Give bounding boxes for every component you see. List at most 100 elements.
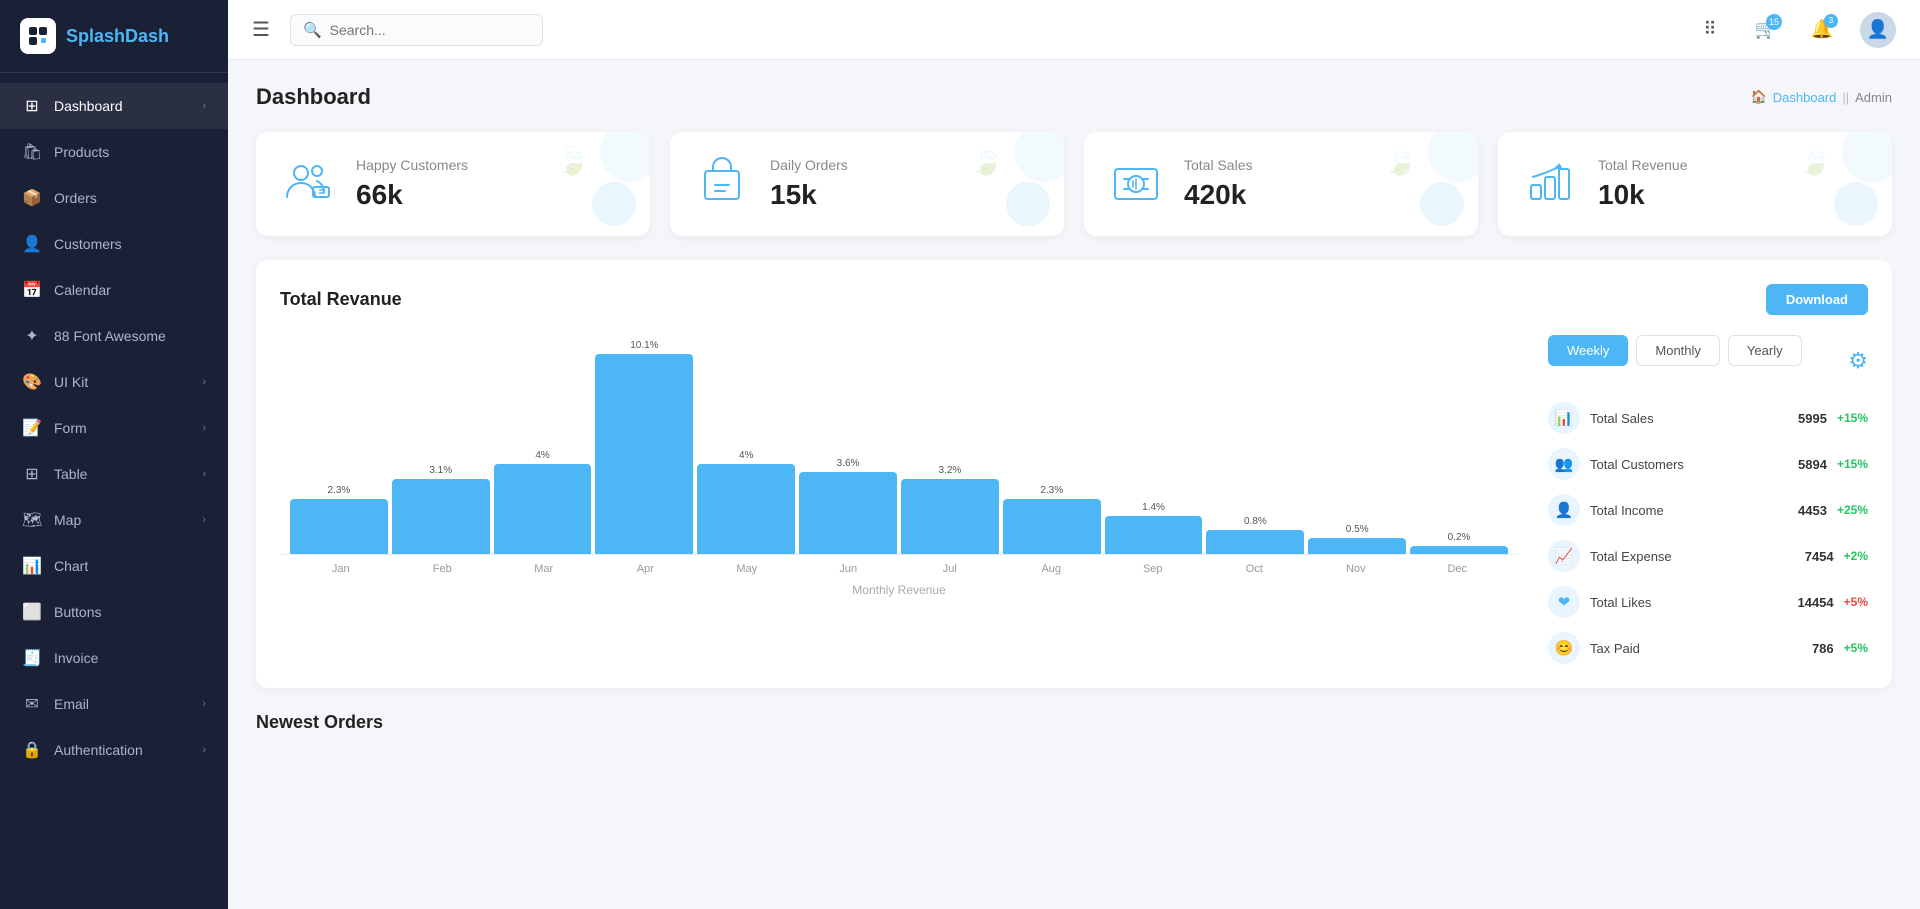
email-nav-icon: ✉ xyxy=(22,694,42,714)
stats-list-value: 7454 xyxy=(1805,549,1834,564)
orders-nav-icon: 📦 xyxy=(22,188,42,208)
stats-list-value: 4453 xyxy=(1798,503,1827,518)
bar-fill xyxy=(697,464,795,554)
nav-item-left: 📊 Chart xyxy=(22,556,88,576)
stats-list-right: 7454 +2% xyxy=(1805,549,1868,564)
stats-list-right: 4453 +25% xyxy=(1798,503,1868,518)
nav-item-left: ✉ Email xyxy=(22,694,89,714)
bell-icon-btn[interactable]: 🔔 3 xyxy=(1804,12,1840,48)
stats-list-label: Total Expense xyxy=(1590,549,1672,564)
sidebar-item-label: Buttons xyxy=(54,604,101,620)
period-tab-monthly[interactable]: Monthly xyxy=(1636,335,1720,366)
logo-icon xyxy=(20,18,56,54)
bar-fill xyxy=(1410,546,1508,554)
stats-row: 🍃 Happy Customers 66k 🍃 Daily Orders 15k xyxy=(256,132,1892,236)
sidebar-item-calendar[interactable]: 📅 Calendar xyxy=(0,267,228,313)
sidebar-item-table[interactable]: ⊞ Table › xyxy=(0,451,228,497)
bar-fill xyxy=(595,354,693,554)
sidebar-item-buttons[interactable]: ⬜ Buttons xyxy=(0,589,228,635)
sidebar-item-email[interactable]: ✉ Email › xyxy=(0,681,228,727)
nav-item-left: ⬜ Buttons xyxy=(22,602,101,622)
sidebar-item-form[interactable]: 📝 Form › xyxy=(0,405,228,451)
period-tabs: Weekly Monthly Yearly xyxy=(1548,335,1802,366)
stats-list-label: Total Income xyxy=(1590,503,1664,518)
period-tab-weekly[interactable]: Weekly xyxy=(1548,335,1628,366)
chevron-right-icon: › xyxy=(202,744,206,756)
nav-item-left: 📅 Calendar xyxy=(22,280,111,300)
bar-fill xyxy=(290,499,388,554)
stats-list-item-total-expense: 📈 Total Expense 7454 +2% xyxy=(1548,540,1868,572)
form-nav-icon: 📝 xyxy=(22,418,42,438)
customers-nav-icon: 👤 xyxy=(22,234,42,254)
breadcrumb-row: Dashboard 🏠 Dashboard || Admin xyxy=(256,84,1892,110)
stats-list-change: +15% xyxy=(1837,457,1868,471)
stats-list-left: 📈 Total Expense xyxy=(1548,540,1672,572)
stat-card-orders: 🍃 Daily Orders 15k xyxy=(670,132,1064,236)
period-tab-yearly[interactable]: Yearly xyxy=(1728,335,1802,366)
stats-list-item-total-sales: 📊 Total Sales 5995 +15% xyxy=(1548,402,1868,434)
bar-month-Sep: Sep xyxy=(1102,563,1204,575)
bar-col-Jul: 3.2% xyxy=(901,465,999,554)
stats-list-item-total-likes: ❤ Total Likes 14454 +5% xyxy=(1548,586,1868,618)
user-avatar[interactable]: 👤 xyxy=(1860,12,1896,48)
sidebar-item-label: Invoice xyxy=(54,650,98,666)
bar-fill xyxy=(799,472,897,554)
chart-settings-icon[interactable]: ⚙ xyxy=(1848,348,1868,374)
sidebar-item-invoice[interactable]: 🧾 Invoice xyxy=(0,635,228,681)
dashboard-nav-icon: ⊞ xyxy=(22,96,42,116)
chart-nav-icon: 📊 xyxy=(22,556,42,576)
sidebar-item-customers[interactable]: 👤 Customers xyxy=(0,221,228,267)
bar-fill xyxy=(901,479,999,554)
authentication-nav-icon: 🔒 xyxy=(22,740,42,760)
chevron-right-icon: › xyxy=(202,514,206,526)
chevron-right-icon: › xyxy=(202,376,206,388)
topbar: ☰ 🔍 ⠿ 🛒 15 🔔 3 👤 xyxy=(228,0,1920,60)
bell-badge: 3 xyxy=(1824,14,1838,28)
bar-month-Jun: Jun xyxy=(798,563,900,575)
sidebar-item-label: Authentication xyxy=(54,742,143,758)
bar-month-Feb: Feb xyxy=(392,563,494,575)
fontawesome-nav-icon: ✦ xyxy=(22,326,42,346)
breadcrumb: 🏠 Dashboard || Admin xyxy=(1751,89,1892,105)
stats-list-left: ❤ Total Likes xyxy=(1548,586,1651,618)
stats-list-icon: 👤 xyxy=(1548,494,1580,526)
sidebar-item-uikit[interactable]: 🎨 UI Kit › xyxy=(0,359,228,405)
sidebar-item-products[interactable]: 🛍 Products xyxy=(0,129,228,175)
search-box[interactable]: 🔍 xyxy=(290,14,543,46)
sidebar-logo[interactable]: SplashDash xyxy=(0,0,228,73)
calendar-nav-icon: 📅 xyxy=(22,280,42,300)
sidebar-item-label: 88 Font Awesome xyxy=(54,328,166,344)
stat-icon-revenue xyxy=(1520,154,1580,214)
breadcrumb-link-dashboard[interactable]: Dashboard xyxy=(1773,90,1837,105)
nav-item-left: 🗺 Map xyxy=(22,510,81,530)
bar-pct: 1.4% xyxy=(1142,502,1165,513)
bar-month-Jan: Jan xyxy=(290,563,392,575)
stat-value: 10k xyxy=(1598,179,1870,211)
stats-list-left: 📊 Total Sales xyxy=(1548,402,1654,434)
bar-col-May: 4% xyxy=(697,450,795,554)
search-input[interactable] xyxy=(330,22,530,38)
sidebar-item-fontawesome[interactable]: ✦ 88 Font Awesome xyxy=(0,313,228,359)
bar-pct: 2.3% xyxy=(1040,485,1063,496)
menu-icon[interactable]: ☰ xyxy=(252,17,270,42)
bar-col-Feb: 3.1% xyxy=(392,465,490,554)
uikit-nav-icon: 🎨 xyxy=(22,372,42,392)
settings-icon-btn[interactable]: ⠿ xyxy=(1692,12,1728,48)
bar-chart: 2.3% 3.1% 4% 10.1% 4% 3.6% 3.2% 2.3% 1.4… xyxy=(280,335,1518,555)
sidebar-item-dashboard[interactable]: ⊞ Dashboard › xyxy=(0,83,228,129)
stat-value: 15k xyxy=(770,179,1042,211)
stats-list-change: +15% xyxy=(1837,411,1868,425)
sidebar-item-authentication[interactable]: 🔒 Authentication › xyxy=(0,727,228,773)
bar-pct: 4% xyxy=(739,450,753,461)
bar-pct: 10.1% xyxy=(630,340,658,351)
sidebar-item-chart[interactable]: 📊 Chart xyxy=(0,543,228,589)
stats-list-icon: ❤ xyxy=(1548,586,1580,618)
bar-month-Nov: Nov xyxy=(1305,563,1407,575)
newest-orders-title: Newest Orders xyxy=(256,712,1892,733)
cart-icon-btn[interactable]: 🛒 15 xyxy=(1748,12,1784,48)
chevron-right-icon: › xyxy=(202,468,206,480)
sidebar-item-map[interactable]: 🗺 Map › xyxy=(0,497,228,543)
download-button[interactable]: Download xyxy=(1766,284,1868,315)
stat-value: 66k xyxy=(356,179,628,211)
sidebar-item-orders[interactable]: 📦 Orders xyxy=(0,175,228,221)
